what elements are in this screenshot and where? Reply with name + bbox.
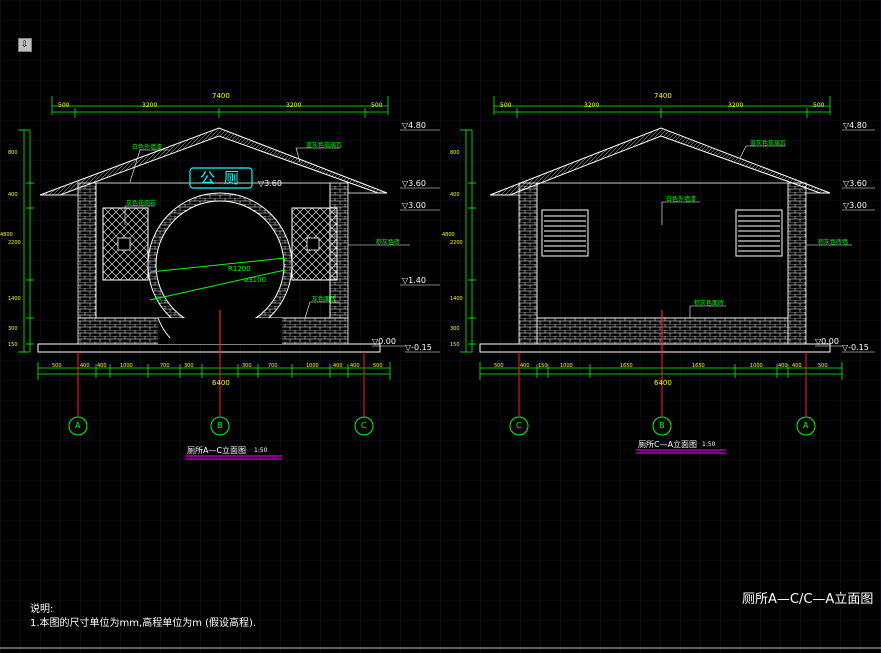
left-bottom-dim-6: 300 [184, 363, 194, 369]
sheet-title: 厕所A—C/C—A立面图 [742, 592, 874, 607]
right-bottom-dim-4: 1000 [560, 363, 573, 369]
right-top-total: 7400 [654, 92, 672, 100]
left-vert-dim-6: 150 [8, 342, 18, 348]
left-bottom-dim-11: 400 [350, 363, 360, 369]
left-vert-dim-1: 800 [8, 150, 18, 156]
left-level-140: ▽1.40 [402, 276, 426, 285]
left-vert-dim-2: 400 [8, 192, 18, 198]
left-top-dim-2: 3200 [142, 102, 158, 109]
right-bottom-dim-6: 1650 [692, 363, 705, 369]
right-vert-dim-4: 1400 [450, 296, 463, 302]
left-axis-b: B [217, 421, 223, 430]
right-bottom-dim-3: 150 [538, 363, 548, 369]
right-level-480: ▽4.80 [843, 121, 867, 130]
left-view-scale: 1:50 [254, 447, 268, 454]
right-callout-1: 蓝灰色琉璃瓦 [750, 140, 787, 147]
right-level-360: ▽3.60 [843, 179, 867, 188]
right-callout-2: 白色外墙漆 [666, 196, 697, 203]
left-bottom-dim-7: 300 [242, 363, 252, 369]
left-callout-2: 蓝灰色琉璃瓦 [306, 142, 343, 149]
left-bottom-dim-8: 700 [268, 363, 278, 369]
left-top-dim-3: 3200 [286, 102, 302, 109]
left-top-dim-4: 500 [371, 102, 383, 109]
right-vert-dim-3: 2200 [450, 240, 463, 246]
circle-label-2: ⌀3100 [244, 276, 267, 284]
left-axis-c: C [361, 421, 367, 430]
right-callout-4: 棕灰色面砖 [694, 300, 725, 307]
right-bottom-dim-1: 500 [494, 363, 504, 369]
right-bottom-dim-7: 1000 [750, 363, 763, 369]
left-vert-total: 4800 [0, 232, 13, 238]
left-level-015: ▽-0.15 [405, 343, 432, 352]
right-bottom-dim-2: 400 [520, 363, 530, 369]
left-bottom-dim-10: 400 [333, 363, 343, 369]
left-level-000: ▽0.00 [372, 337, 396, 346]
sign-text: 公 厕 [200, 169, 241, 187]
right-callout-3: 棕灰色砖墙 [818, 239, 849, 246]
right-level-015: ▽-0.15 [842, 343, 869, 352]
left-bottom-dim-3: 400 [97, 363, 107, 369]
circle-label-1: R1200 [228, 265, 251, 273]
left-bottom-dim-2: 400 [80, 363, 90, 369]
right-vert-dim-6: 150 [450, 342, 460, 348]
right-vert-dim-1: 800 [450, 150, 460, 156]
right-top-dim-3: 3200 [728, 102, 744, 109]
right-level-300: ▽3.00 [843, 201, 867, 210]
right-bottom-dim-5: 1650 [620, 363, 633, 369]
left-callout-3: 灰色花岗岩 [126, 200, 157, 207]
cad-drawing-canvas[interactable] [0, 0, 881, 653]
right-axis-b: B [659, 421, 665, 430]
right-bottom-total: 6400 [654, 379, 672, 387]
right-level-000: ▽0.00 [815, 337, 839, 346]
right-vert-total: 4800 [442, 232, 455, 238]
right-vert-dim-2: 400 [450, 192, 460, 198]
left-bottom-dim-12: 500 [373, 363, 383, 369]
right-top-dim-4: 500 [813, 102, 825, 109]
right-axis-c: C [516, 421, 522, 430]
left-level-300: ▽3.00 [402, 201, 426, 210]
left-bottom-dim-4: 1000 [120, 363, 133, 369]
right-view-scale: 1:50 [702, 441, 716, 448]
right-top-dim-2: 3200 [584, 102, 600, 109]
left-top-total: 7400 [212, 92, 230, 100]
right-top-dim-1: 500 [500, 102, 512, 109]
left-top-dim-1: 500 [58, 102, 70, 109]
right-bottom-dim-8: 400 [778, 363, 788, 369]
left-bottom-dim-9: 1000 [306, 363, 319, 369]
right-bottom-dim-9: 400 [792, 363, 802, 369]
dropdown-arrow-icon[interactable]: ⇩ [18, 38, 32, 52]
left-callout-1: 白色外墙漆 [132, 144, 163, 151]
left-level-sign: ▽3.60 [258, 179, 282, 188]
left-callout-5: 灰色面砖 [312, 296, 337, 303]
right-view-title: 厕所C—A立面图 [638, 440, 698, 449]
right-vert-dim-5: 300 [450, 326, 460, 332]
right-axis-a: A [803, 421, 809, 430]
left-bottom-total: 6400 [212, 379, 230, 387]
left-vert-dim-3: 2200 [8, 240, 21, 246]
left-axis-a: A [75, 421, 81, 430]
left-level-360: ▽3.60 [402, 179, 426, 188]
left-vert-dim-5: 300 [8, 326, 18, 332]
notes-heading: 说明: [30, 604, 54, 615]
right-bottom-dim-10: 500 [818, 363, 828, 369]
left-callout-4: 棕灰色砖 [376, 239, 401, 246]
notes-line-1: 1.本图的尺寸单位为mm,高程单位为m (假设高程). [30, 618, 257, 629]
left-level-480: ▽4.80 [402, 121, 426, 130]
left-vert-dim-4: 1400 [8, 296, 21, 302]
left-view-title: 厕所A—C立面图 [187, 446, 247, 455]
left-bottom-dim-5: 700 [160, 363, 170, 369]
left-bottom-dim-1: 500 [52, 363, 62, 369]
